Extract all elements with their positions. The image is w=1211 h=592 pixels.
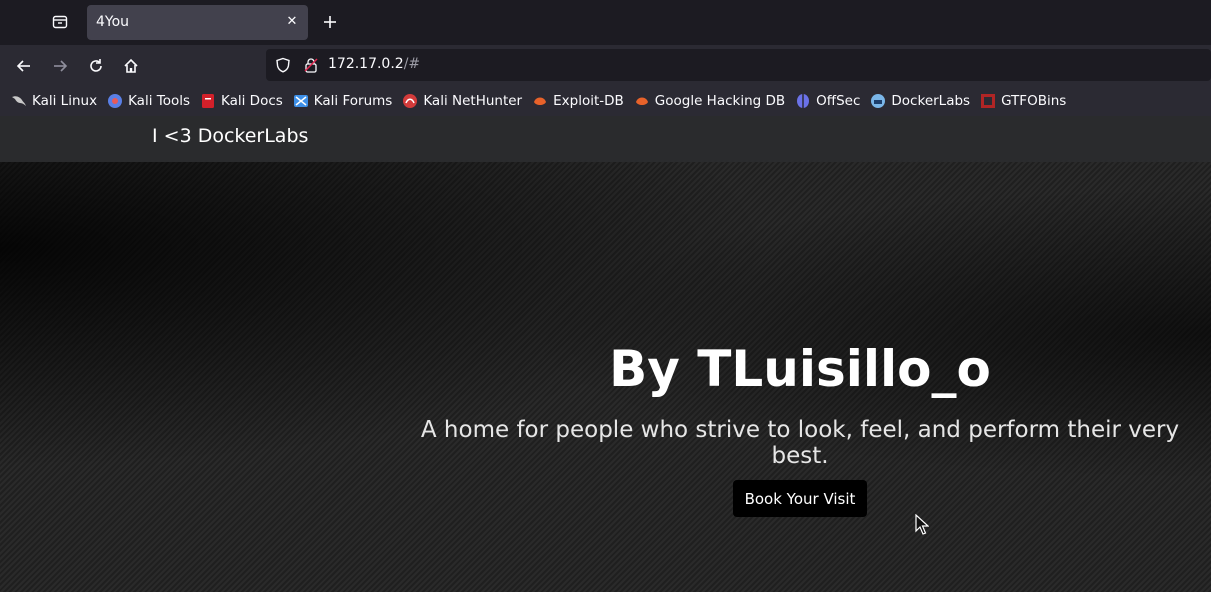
book-your-visit-button[interactable]: Book Your Visit xyxy=(733,480,867,517)
bookmark-kali-forums[interactable]: Kali Forums xyxy=(293,93,393,109)
url-path: /# xyxy=(403,56,421,72)
url-bar[interactable]: 172.17.0.2/# xyxy=(266,49,1211,81)
tab-strip: 4You ✕ xyxy=(0,0,1211,45)
firefox-view-icon xyxy=(52,15,68,29)
nav-toolbar: 172.17.0.2/# xyxy=(0,45,1211,86)
home-button[interactable] xyxy=(116,51,146,81)
bookmark-label: OffSec xyxy=(816,93,861,109)
bookmark-gtfobins[interactable]: GTFOBins xyxy=(980,93,1066,109)
kali-dragon-icon xyxy=(11,93,27,109)
gtfobins-icon xyxy=(980,93,996,109)
bookmark-label: Kali Linux xyxy=(32,93,98,109)
bookmark-label: Google Hacking DB xyxy=(654,93,786,109)
tab-close-icon[interactable]: ✕ xyxy=(284,14,300,30)
site-navbar: I <3 DockerLabs xyxy=(0,116,1211,162)
bookmark-label: Kali NetHunter xyxy=(423,93,523,109)
back-arrow-icon xyxy=(16,60,30,72)
bookmark-label: DockerLabs xyxy=(891,93,971,109)
bookmark-label: Exploit-DB xyxy=(553,93,624,109)
offsec-icon xyxy=(795,93,811,109)
bookmark-google-hacking-db[interactable]: Google Hacking DB xyxy=(634,93,785,109)
bookmark-label: Kali Forums xyxy=(313,93,393,109)
home-icon xyxy=(124,58,138,73)
kali-docs-icon xyxy=(200,93,216,109)
new-tab-button[interactable] xyxy=(316,8,344,36)
bookmark-label: Kali Tools xyxy=(128,93,190,109)
bookmark-kali-linux[interactable]: Kali Linux xyxy=(11,93,97,109)
site-brand-link[interactable]: I <3 DockerLabs xyxy=(152,125,308,147)
url-text[interactable]: 172.17.0.2/# xyxy=(328,56,420,72)
bookmark-label: GTFOBins xyxy=(1001,93,1067,109)
tab-active[interactable]: 4You ✕ xyxy=(87,5,308,40)
dockerlabs-icon xyxy=(870,93,886,109)
kali-tools-icon xyxy=(107,93,123,109)
tab-title: 4You xyxy=(96,14,130,30)
plus-icon xyxy=(324,16,336,28)
shield-icon[interactable] xyxy=(275,57,291,73)
hero-title: By TLuisillo_o xyxy=(609,340,991,398)
back-button[interactable] xyxy=(9,51,39,81)
firefox-view-button[interactable] xyxy=(44,6,76,38)
nethunter-icon xyxy=(402,93,418,109)
exploit-db-icon xyxy=(532,93,548,109)
forward-button[interactable] xyxy=(45,51,75,81)
ghdb-icon xyxy=(634,93,650,109)
url-host: 172.17.0.2 xyxy=(328,56,404,72)
forward-arrow-icon xyxy=(54,60,68,72)
hero-section: By TLuisillo_o A home for people who str… xyxy=(0,162,1211,592)
mouse-pointer-icon xyxy=(915,514,929,535)
bookmark-exploit-db[interactable]: Exploit-DB xyxy=(532,93,624,109)
bookmarks-toolbar: Kali Linux Kali Tools Kali Docs Kali For… xyxy=(0,86,1211,116)
bookmark-kali-nethunter[interactable]: Kali NetHunter xyxy=(402,93,522,109)
bookmark-offsec[interactable]: OffSec xyxy=(795,93,860,109)
kali-forums-icon xyxy=(293,93,309,109)
reload-button[interactable] xyxy=(81,51,111,81)
reload-icon xyxy=(90,59,102,72)
insecure-lock-icon[interactable] xyxy=(303,57,319,73)
bookmark-label: Kali Docs xyxy=(221,93,283,109)
hero-subtitle: A home for people who strive to look, fe… xyxy=(420,417,1180,469)
bookmark-dockerlabs[interactable]: DockerLabs xyxy=(870,93,970,109)
bookmark-kali-tools[interactable]: Kali Tools xyxy=(107,93,190,109)
bookmark-kali-docs[interactable]: Kali Docs xyxy=(200,93,283,109)
